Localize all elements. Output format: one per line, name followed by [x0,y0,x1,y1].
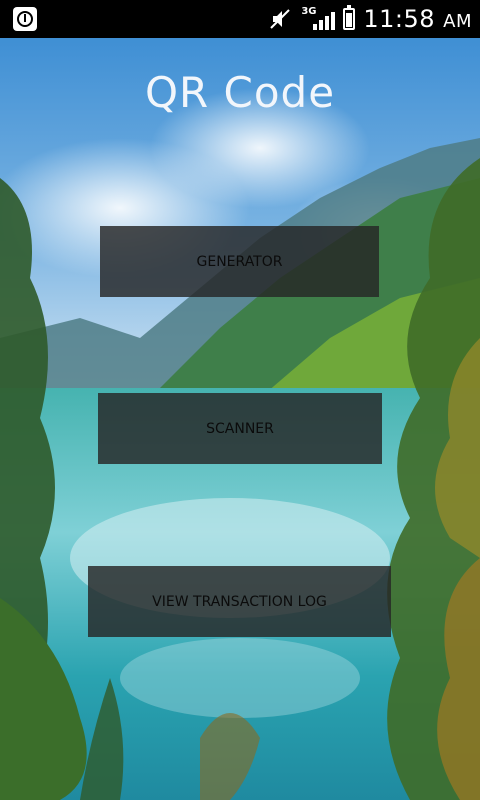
view-transaction-log-button[interactable]: VIEW TRANSACTION LOG [88,566,391,637]
status-clock: 11:58 AM [363,5,472,33]
generator-button[interactable]: GENERATOR [100,226,379,297]
status-bar: 3G 11:58 AM [0,0,480,38]
status-icons: 3G 11:58 AM [267,0,472,38]
clock-ampm: AM [443,11,472,32]
notification-icon [13,7,37,31]
scanner-button[interactable]: SCANNER [98,393,382,464]
app-title: QR Code [144,68,336,117]
mute-icon [270,9,291,29]
clock-time: 11:58 [363,5,436,33]
signal-icon: 3G [301,6,336,32]
battery-icon [343,5,356,30]
